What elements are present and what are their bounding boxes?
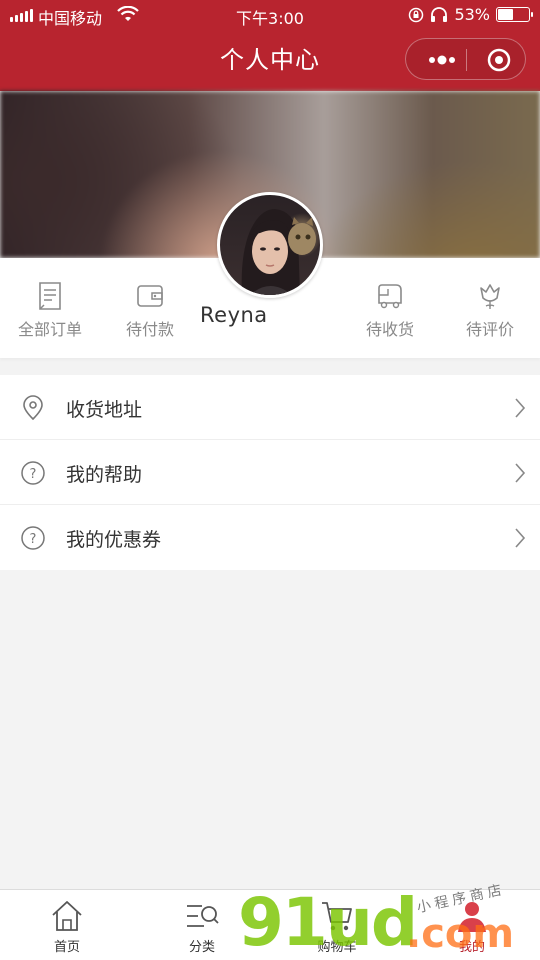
menu-item-label: 我的优惠券 <box>66 529 162 551</box>
avatar[interactable] <box>217 192 323 298</box>
order-pending-payment-label: 待付款 <box>125 320 174 339</box>
tab-mine[interactable]: 我的 <box>427 898 517 955</box>
order-pending-receipt-label: 待收货 <box>365 320 414 339</box>
header: 中国移动 下午3:00 53% 个人中心 <box>0 0 540 91</box>
home-icon <box>52 901 82 931</box>
chevron-right-icon <box>515 463 526 483</box>
order-pending-review[interactable]: 待评价 <box>440 282 540 340</box>
menu-item-help[interactable]: ? 我的帮助 <box>0 440 540 505</box>
wallet-icon <box>137 285 163 307</box>
username: Reyna <box>200 303 268 327</box>
lock-rotation-icon <box>409 7 424 22</box>
flower-icon <box>480 284 500 309</box>
order-pending-payment[interactable]: 待付款 <box>100 282 200 340</box>
headphones-icon <box>431 6 448 22</box>
order-pending-review-label: 待评价 <box>465 320 514 339</box>
avatar-photo <box>241 209 316 295</box>
close-button[interactable] <box>467 39 527 81</box>
chevron-right-icon <box>515 528 526 548</box>
location-pin-icon <box>23 395 43 421</box>
menu-item-label: 收货地址 <box>66 399 143 421</box>
order-all[interactable]: 全部订单 <box>0 282 100 340</box>
mini-program-capsule <box>405 38 526 80</box>
menu-item-address[interactable]: 收货地址 <box>0 375 540 440</box>
tab-bar: 首页 分类 购物车 我的 <box>0 889 540 960</box>
category-search-icon <box>187 905 219 927</box>
tab-category[interactable]: 分类 <box>157 898 247 955</box>
menu-item-coupons[interactable]: ? 我的优惠券 <box>0 505 540 570</box>
more-button[interactable] <box>416 39 466 81</box>
svg-text:?: ? <box>30 532 37 547</box>
target-icon <box>487 48 511 72</box>
order-all-label: 全部订单 <box>17 320 82 339</box>
battery-percent: 53% <box>454 5 490 24</box>
menu-item-label: 我的帮助 <box>66 464 143 486</box>
question-circle-icon: ? <box>21 461 45 485</box>
tab-label: 购物车 <box>317 940 357 955</box>
battery-icon <box>496 7 533 22</box>
truck-icon <box>378 284 402 309</box>
order-pending-receipt[interactable]: 待收货 <box>340 282 440 340</box>
question-circle-icon: ? <box>21 526 45 550</box>
document-icon <box>39 282 61 310</box>
tab-label: 分类 <box>188 940 215 955</box>
cart-icon <box>322 902 352 931</box>
tab-home[interactable]: 首页 <box>22 898 112 955</box>
tab-label: 我的 <box>458 940 485 955</box>
status-bar: 中国移动 下午3:00 53% <box>0 0 540 30</box>
user-icon <box>458 902 486 932</box>
chevron-right-icon <box>515 398 526 418</box>
tab-cart[interactable]: 购物车 <box>292 898 382 955</box>
svg-text:?: ? <box>30 467 37 482</box>
menu-list: 收货地址 ? 我的帮助 ? 我的优惠券 <box>0 375 540 570</box>
more-dots-icon <box>429 55 455 65</box>
tab-label: 首页 <box>53 940 80 955</box>
